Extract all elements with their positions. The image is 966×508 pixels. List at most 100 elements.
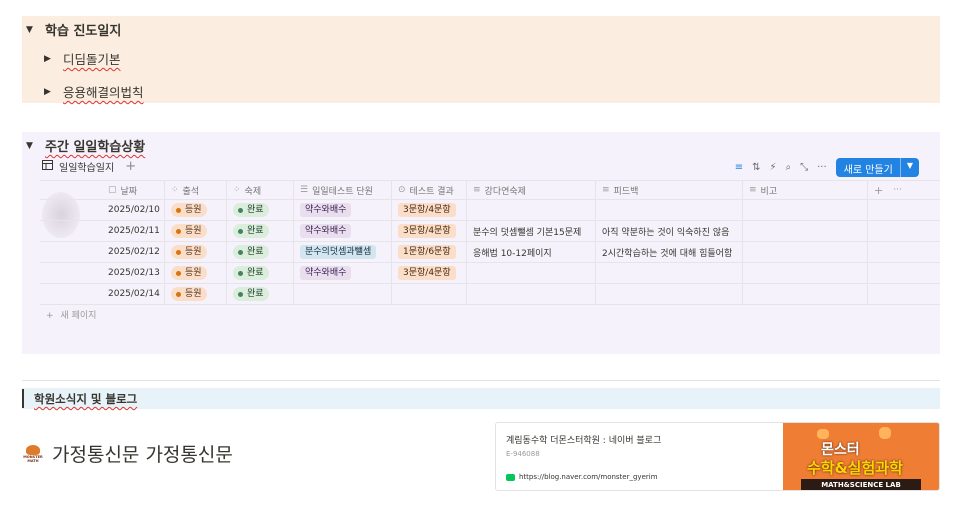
table-row[interactable]: 2025/02/12 등원 완료 분수의덧셈과뺄셈 1문항/6문항 응해법 10…: [40, 242, 940, 263]
cell-date[interactable]: 2025/02/11: [102, 221, 165, 241]
cell-attendance[interactable]: 등원: [165, 284, 227, 304]
new-page-button[interactable]: + 새 페이지: [46, 308, 96, 321]
bookmark-url: https://blog.naver.com/monster_gyerim: [519, 473, 658, 481]
more-icon[interactable]: ···: [817, 162, 827, 173]
automation-icon[interactable]: ⚡: [769, 162, 776, 173]
row-handle: [40, 200, 102, 220]
toggle-arrow-icon[interactable]: ▼: [26, 25, 36, 35]
toggle-item-basic[interactable]: ▶ 디딤돌기본: [44, 49, 121, 68]
bookmark-thumbnail: 몬스터 수학&실험과학 MATH&SCIENCE LAB: [783, 423, 939, 490]
filter-icon[interactable]: ≡: [735, 162, 743, 173]
column-header-assignment[interactable]: ≡ 강다연숙제: [467, 181, 596, 199]
toggle-arrow-icon[interactable]: ▼: [26, 141, 36, 151]
cell-homework[interactable]: 완료: [227, 200, 294, 220]
logo-text: MONSTER MATH: [23, 454, 43, 463]
progress-log-section: ▼ 학습 진도일지 ▶ 디딤돌기본 ▶ 응용해결의법칙: [22, 16, 940, 103]
column-header-attendance[interactable]: ⁘ 출석: [165, 181, 227, 199]
cell-result[interactable]: 1문항/6문항: [392, 242, 467, 262]
column-header-unit[interactable]: ☰ 일일테스트 단원: [294, 181, 392, 199]
cell-attendance[interactable]: 등원: [165, 263, 227, 283]
cell-homework[interactable]: 완료: [227, 221, 294, 241]
cell-homework[interactable]: 완료: [227, 242, 294, 262]
toggle-item-applied[interactable]: ▶ 응용해결의법칙: [44, 82, 144, 101]
expand-icon[interactable]: ⤡: [800, 162, 808, 173]
status-badge: 완료: [233, 245, 269, 259]
cell-date[interactable]: 2025/02/13: [102, 263, 165, 283]
database-view-tab[interactable]: 일일학습일지 +: [42, 159, 136, 174]
cell-homework[interactable]: 완료: [227, 263, 294, 283]
chevron-down-icon[interactable]: ▼: [899, 158, 919, 177]
table-row[interactable]: 2025/02/11 등원 완료 약수와배수 3문항/4문항 분수의 덧셈뺄셈 …: [40, 221, 940, 242]
table-icon: [42, 160, 53, 173]
cell-date[interactable]: 2025/02/10: [102, 200, 165, 220]
cell-assignment[interactable]: [467, 284, 596, 304]
unit-tag: 약수와배수: [300, 224, 352, 238]
toggle-arrow-icon[interactable]: ▶: [44, 54, 54, 64]
status-badge-label: 등원: [185, 268, 202, 278]
cell-feedback[interactable]: 2시간학습하는 것에 대해 힘들어함: [596, 242, 743, 262]
row-spacer: [868, 263, 940, 283]
cell-unit[interactable]: [294, 284, 392, 304]
cell-assignment[interactable]: 분수의 덧셈뺄셈 기본15문제: [467, 221, 596, 241]
divider: [22, 380, 940, 381]
column-header-label: 날짜: [120, 186, 138, 197]
cell-homework[interactable]: 완료: [227, 284, 294, 304]
cell-notes[interactable]: [743, 263, 868, 283]
cell-feedback[interactable]: [596, 200, 743, 220]
column-header-result[interactable]: ⊙ 테스트 결과: [392, 181, 467, 199]
status-icon: ⁘: [171, 185, 179, 195]
cell-result[interactable]: [392, 284, 467, 304]
cell-unit[interactable]: 분수의덧셈과뺄셈: [294, 242, 392, 262]
progress-log-toggle[interactable]: ▼ 학습 진도일지: [26, 20, 121, 39]
result-tag: 3문항/4문항: [398, 224, 456, 238]
add-view-icon[interactable]: +: [125, 159, 136, 174]
cell-unit[interactable]: 약수와배수: [294, 263, 392, 283]
cell-result[interactable]: 3문항/4문항: [392, 263, 467, 283]
cell-feedback[interactable]: 아직 약분하는 것이 익숙하진 않음: [596, 221, 743, 241]
status-dot-icon: [238, 249, 243, 255]
cell-feedback[interactable]: [596, 263, 743, 283]
column-header-feedback[interactable]: ≡ 피드백: [596, 181, 743, 199]
cell-date[interactable]: 2025/02/12: [102, 242, 165, 262]
family-letter-link[interactable]: MONSTER MATH 가정통신문 가정통신문: [22, 440, 233, 467]
weekly-study-toggle[interactable]: ▼ 주간 일일학습상황: [26, 136, 145, 155]
cell-notes[interactable]: [743, 284, 868, 304]
toggle-arrow-icon[interactable]: ▶: [44, 87, 54, 97]
cell-unit[interactable]: 약수와배수: [294, 221, 392, 241]
cell-unit[interactable]: 약수와배수: [294, 200, 392, 220]
cell-date[interactable]: 2025/02/14: [102, 284, 165, 304]
cell-feedback[interactable]: [596, 284, 743, 304]
cell-notes[interactable]: [743, 221, 868, 241]
thumbnail-subheadline: 수학&실험과학: [807, 459, 903, 477]
unit-tag: 분수의덧셈과뺄셈: [300, 245, 377, 259]
cell-assignment[interactable]: [467, 263, 596, 283]
status-badge-label: 완료: [247, 268, 264, 278]
more-icon[interactable]: ···: [893, 185, 902, 195]
status-badge: 등원: [171, 266, 207, 280]
cell-attendance[interactable]: 등원: [165, 242, 227, 262]
news-callout: 학원소식지 및 블로그: [22, 388, 940, 409]
cell-result[interactable]: 3문항/4문항: [392, 200, 467, 220]
text-icon: ≡: [473, 185, 481, 195]
table-row[interactable]: 2025/02/14 등원 완료: [40, 284, 940, 305]
cell-assignment[interactable]: 응해법 10-12페이지: [467, 242, 596, 262]
search-icon[interactable]: ⌕: [786, 162, 792, 173]
column-header-homework[interactable]: ⁘ 숙제: [227, 181, 294, 199]
cell-notes[interactable]: [743, 242, 868, 262]
column-header-date[interactable]: ▢ 날짜: [102, 181, 165, 199]
status-dot-icon: [176, 249, 181, 255]
status-dot-icon: [238, 270, 243, 276]
table-row[interactable]: 2025/02/13 등원 완료 약수와배수 3문항/4문항: [40, 263, 940, 284]
table-row[interactable]: 2025/02/10 등원 완료 약수와배수 3문항/4문항: [40, 200, 940, 221]
blog-bookmark-card[interactable]: 계림동수학 더몬스터학원 : 네이버 블로그 E-946088 https://…: [495, 422, 940, 491]
cell-assignment[interactable]: [467, 200, 596, 220]
new-button[interactable]: 새로 만들기 ▼: [835, 158, 919, 177]
cell-attendance[interactable]: 등원: [165, 221, 227, 241]
cell-attendance[interactable]: 등원: [165, 200, 227, 220]
add-column-icon[interactable]: +: [874, 184, 883, 197]
column-header-notes[interactable]: ≡ 비고: [743, 181, 868, 199]
cell-result[interactable]: 3문항/4문항: [392, 221, 467, 241]
sort-icon[interactable]: ⇅: [752, 162, 760, 173]
status-dot-icon: [176, 291, 181, 297]
cell-notes[interactable]: [743, 200, 868, 220]
